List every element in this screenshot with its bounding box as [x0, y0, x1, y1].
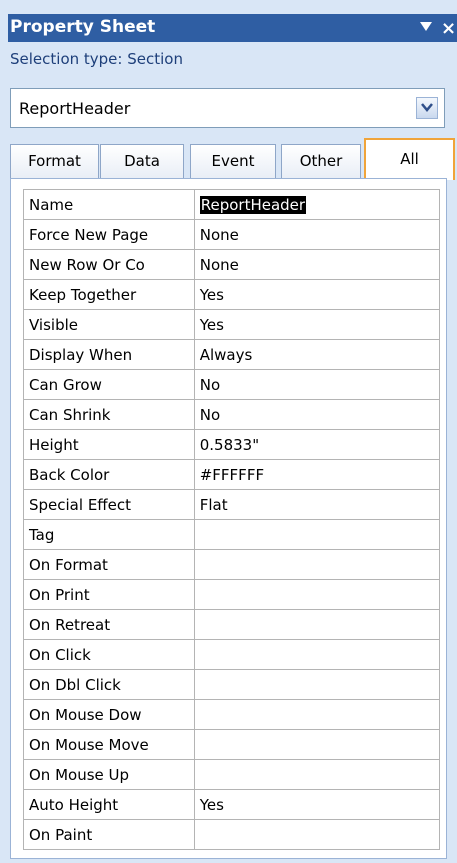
property-name: On Print	[23, 579, 195, 610]
property-row[interactable]: On Dbl Click	[23, 669, 441, 700]
close-icon[interactable]: ×	[441, 18, 456, 39]
property-value[interactable]: Always	[193, 339, 441, 370]
property-row[interactable]: Name ReportHeader	[23, 189, 441, 220]
chevron-down-icon	[421, 103, 433, 112]
property-name: On Paint	[23, 819, 195, 850]
property-value-selected-text[interactable]: ReportHeader	[199, 195, 307, 214]
property-value[interactable]: 0.5833"	[193, 429, 441, 460]
property-name: Can Grow	[23, 369, 195, 400]
property-value[interactable]: No	[193, 369, 441, 400]
property-name: New Row Or Co	[23, 249, 195, 280]
property-name: On Dbl Click	[23, 669, 195, 700]
property-sheet-panel: Property Sheet × Selection type: Section…	[0, 0, 457, 863]
property-row[interactable]: On Mouse Dow	[23, 699, 441, 730]
property-row[interactable]: On Paint	[23, 819, 441, 850]
property-value[interactable]	[193, 519, 441, 550]
title-bar: Property Sheet ×	[8, 14, 457, 42]
property-value[interactable]: Flat	[193, 489, 441, 520]
property-name: Keep Together	[23, 279, 195, 310]
tab-format[interactable]: Format	[10, 144, 99, 178]
property-value[interactable]	[193, 669, 441, 700]
property-value[interactable]	[193, 639, 441, 670]
property-name: On Mouse Up	[23, 759, 195, 790]
property-name: Force New Page	[23, 219, 195, 250]
property-name: Auto Height	[23, 789, 195, 820]
property-row[interactable]: New Row Or Co None	[23, 249, 441, 280]
panel-title: Property Sheet	[10, 17, 156, 37]
combo-dropdown-button[interactable]	[416, 97, 438, 119]
property-name: Can Shrink	[23, 399, 195, 430]
property-row[interactable]: Tag	[23, 519, 441, 550]
property-grid-container: Name ReportHeader Force New Page None New Ro…	[10, 178, 447, 859]
property-row[interactable]: On Print	[23, 579, 441, 610]
tab-all[interactable]: All	[364, 138, 455, 180]
property-value[interactable]	[193, 759, 441, 790]
property-row[interactable]: Force New Page None	[23, 219, 441, 250]
property-row[interactable]: Visible Yes	[23, 309, 441, 340]
property-name: Name	[23, 189, 195, 220]
property-name: On Mouse Dow	[23, 699, 195, 730]
property-value[interactable]: #FFFFFF	[193, 459, 441, 490]
property-value[interactable]: No	[193, 399, 441, 430]
property-row[interactable]: On Mouse Move	[23, 729, 441, 760]
property-value[interactable]: ReportHeader	[193, 189, 441, 220]
object-selector[interactable]: ReportHeader	[10, 88, 445, 128]
property-name: Height	[23, 429, 195, 460]
tab-other[interactable]: Other	[281, 144, 361, 178]
property-value[interactable]: Yes	[193, 279, 441, 310]
property-row[interactable]: Display When Always	[23, 339, 441, 370]
property-value[interactable]: Yes	[193, 789, 441, 820]
tab-event[interactable]: Event	[190, 144, 276, 178]
property-name: Display When	[23, 339, 195, 370]
property-row[interactable]: On Mouse Up	[23, 759, 441, 790]
property-row[interactable]: Height 0.5833"	[23, 429, 441, 460]
property-row[interactable]: On Retreat	[23, 609, 441, 640]
property-value[interactable]: None	[193, 219, 441, 250]
property-value[interactable]	[193, 699, 441, 730]
property-row[interactable]: Can Grow No	[23, 369, 441, 400]
object-selector-value: ReportHeader	[19, 99, 131, 118]
property-value[interactable]	[193, 549, 441, 580]
selection-type-label: Selection type: Section	[10, 50, 183, 68]
property-value[interactable]: None	[193, 249, 441, 280]
property-value[interactable]: Yes	[193, 309, 441, 340]
tab-data[interactable]: Data	[100, 144, 184, 178]
property-name: Special Effect	[23, 489, 195, 520]
property-row[interactable]: On Click	[23, 639, 441, 670]
property-row[interactable]: Special Effect Flat	[23, 489, 441, 520]
property-row[interactable]: Keep Together Yes	[23, 279, 441, 310]
property-name: On Retreat	[23, 609, 195, 640]
property-name: On Format	[23, 549, 195, 580]
property-value[interactable]	[193, 729, 441, 760]
dropdown-arrow-icon[interactable]	[420, 22, 432, 31]
property-row[interactable]: On Format	[23, 549, 441, 580]
property-row[interactable]: Can Shrink No	[23, 399, 441, 430]
property-name: Visible	[23, 309, 195, 340]
property-value[interactable]	[193, 609, 441, 640]
property-name: On Click	[23, 639, 195, 670]
property-row[interactable]: Back Color #FFFFFF	[23, 459, 441, 490]
property-row[interactable]: Auto Height Yes	[23, 789, 441, 820]
property-value[interactable]	[193, 819, 441, 850]
property-value[interactable]	[193, 579, 441, 610]
property-name: Tag	[23, 519, 195, 550]
property-name: Back Color	[23, 459, 195, 490]
property-name: On Mouse Move	[23, 729, 195, 760]
property-grid: Name ReportHeader Force New Page None New Ro…	[23, 189, 441, 850]
